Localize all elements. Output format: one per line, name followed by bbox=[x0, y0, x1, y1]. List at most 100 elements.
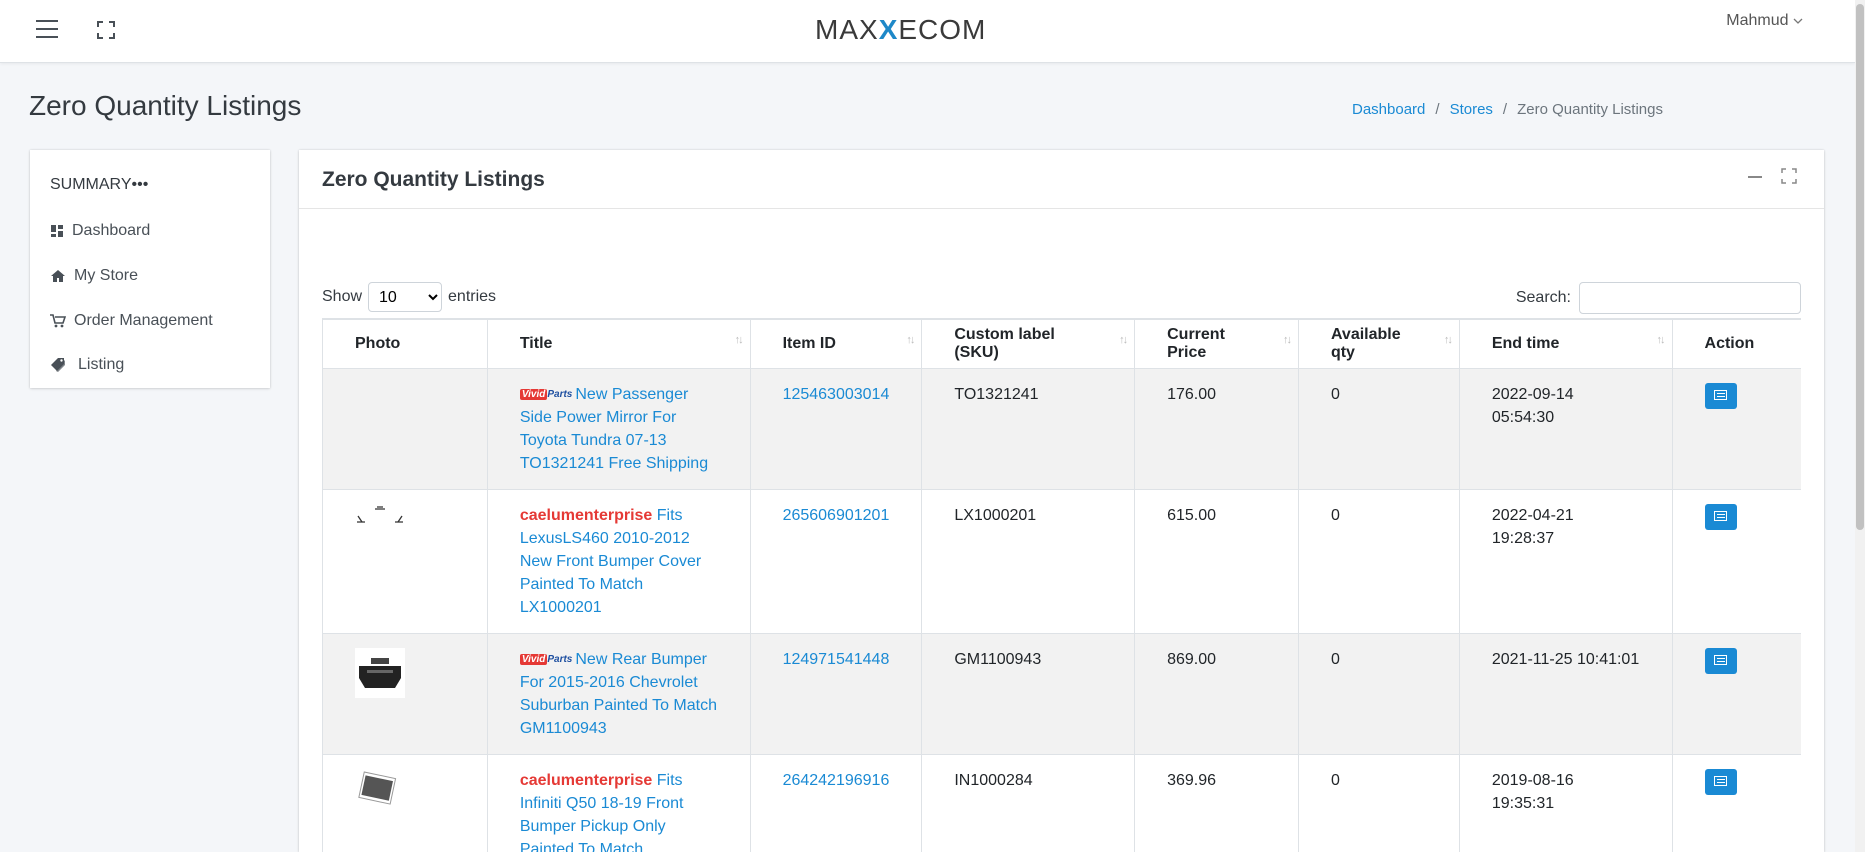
sidebar-item-label: My Store bbox=[74, 267, 139, 284]
column-header-item-id[interactable]: Item ID ↑↓ bbox=[749, 318, 922, 369]
sku-cell: LX1000201 bbox=[921, 489, 1135, 634]
sort-icon: ↑↓ bbox=[1119, 334, 1128, 346]
column-header-action: Action bbox=[1671, 318, 1801, 369]
sidebar-item-label: Listing bbox=[78, 356, 125, 373]
vivid-parts-logo: Vivid Parts bbox=[519, 389, 573, 400]
title-cell: Vivid Parts New Rear Bumper For 2015-2016 … bbox=[486, 633, 751, 755]
app-logo[interactable]: MAXXECOM bbox=[815, 14, 986, 46]
title-cell: caelumenterprise Fits LexusLS460 2010-20… bbox=[486, 489, 751, 634]
end-time-cell: 2022-09-14 05:54:30 bbox=[1458, 368, 1673, 490]
sidebar-item-dashboard[interactable]: Dashboard bbox=[50, 222, 150, 240]
cart-icon bbox=[50, 314, 66, 328]
price-cell: 369.96 bbox=[1134, 754, 1299, 852]
search-control: Search: bbox=[1516, 282, 1801, 314]
view-details-button[interactable] bbox=[1704, 769, 1737, 795]
sort-icon: ↑↓ bbox=[906, 334, 915, 346]
column-header-sku[interactable]: Custom label (SKU) ↑↓ bbox=[921, 318, 1135, 369]
end-time-cell: 2021-11-25 10:41:01 bbox=[1458, 633, 1673, 755]
end-time-cell: 2019-08-16 19:35:31 bbox=[1458, 754, 1673, 852]
item-id-cell: 264242196916 bbox=[749, 754, 922, 852]
entries-select[interactable]: 10 bbox=[368, 282, 443, 312]
breadcrumb-stores[interactable]: Stores bbox=[1450, 101, 1493, 118]
sku-cell: IN1000284 bbox=[921, 754, 1135, 852]
listings-table: Photo Title ↑↓ Item ID ↑↓ Custom label (SK… bbox=[322, 318, 1801, 852]
view-details-button[interactable] bbox=[1704, 648, 1737, 674]
action-cell bbox=[1671, 489, 1801, 634]
item-id-cell: 124971541448 bbox=[749, 633, 922, 755]
tags-icon bbox=[51, 358, 65, 372]
item-id-link[interactable]: 264242196916 bbox=[783, 772, 890, 789]
item-id-cell: 125463003014 bbox=[749, 368, 922, 490]
photo-cell bbox=[322, 489, 488, 634]
card-header: Zero Quantity Listings bbox=[299, 150, 1824, 209]
sort-icon: ↑↓ bbox=[734, 334, 744, 346]
price-cell: 176.00 bbox=[1134, 368, 1299, 490]
fullscreen-icon[interactable] bbox=[96, 20, 116, 40]
brand-caelumenterprise: caelumenterprise bbox=[519, 772, 653, 789]
view-details-button[interactable] bbox=[1704, 504, 1737, 530]
sort-icon: ↑↓ bbox=[1282, 334, 1292, 346]
view-details-button[interactable] bbox=[1704, 383, 1737, 409]
action-cell bbox=[1671, 633, 1801, 755]
product-thumbnail[interactable] bbox=[355, 504, 405, 524]
sidebar-item-my-store[interactable]: My Store bbox=[50, 267, 138, 285]
collapse-icon[interactable] bbox=[1748, 176, 1762, 178]
sidebar-item-label: Dashboard bbox=[72, 222, 151, 239]
sku-cell: GM1100943 bbox=[921, 633, 1135, 755]
item-id-link[interactable]: 124971541448 bbox=[783, 651, 890, 668]
vivid-parts-logo: Vivid Parts bbox=[519, 654, 573, 665]
user-menu[interactable]: Mahmud bbox=[1726, 12, 1803, 30]
end-time-cell: 2022-04-21 19:28:37 bbox=[1458, 489, 1673, 634]
column-header-end-time[interactable]: End time ↑↓ bbox=[1458, 318, 1673, 369]
product-thumbnail[interactable] bbox=[355, 769, 399, 809]
sku-cell: TO1321241 bbox=[921, 368, 1135, 490]
sidebar-item-label: Order Management bbox=[74, 312, 213, 329]
user-name: Mahmud bbox=[1726, 12, 1789, 29]
item-id-link[interactable]: 125463003014 bbox=[783, 386, 890, 403]
search-input[interactable] bbox=[1579, 282, 1801, 314]
qty-cell: 0 bbox=[1297, 368, 1460, 490]
column-header-title[interactable]: Title ↑↓ bbox=[486, 318, 751, 369]
sort-icon: ↑↓ bbox=[1443, 334, 1453, 346]
listings-card: Zero Quantity Listings Show 10 entries S… bbox=[299, 150, 1824, 852]
qty-cell: 0 bbox=[1297, 633, 1460, 755]
title-cell: Vivid Parts New Passenger Side Power Mirro… bbox=[486, 368, 751, 490]
sidebar-summary: SUMMARY••• bbox=[50, 176, 149, 193]
table-row: caelumenterprise Fits Infiniti Q50 18-19… bbox=[322, 754, 1801, 852]
item-id-cell: 265606901201 bbox=[749, 489, 922, 634]
scrollbar-thumb[interactable] bbox=[1856, 4, 1864, 530]
brand-caelumenterprise: caelumenterprise bbox=[519, 507, 653, 524]
column-header-price[interactable]: Current Price ↑↓ bbox=[1134, 318, 1299, 369]
column-header-qty[interactable]: Available qty ↑↓ bbox=[1297, 318, 1460, 369]
maximize-icon[interactable] bbox=[1781, 168, 1797, 184]
chevron-down-icon bbox=[1793, 18, 1803, 24]
menu-icon[interactable] bbox=[36, 20, 58, 40]
product-thumbnail[interactable] bbox=[355, 648, 405, 698]
table-row: caelumenterprise Fits LexusLS460 2010-20… bbox=[322, 489, 1801, 634]
price-cell: 615.00 bbox=[1134, 489, 1299, 634]
sort-icon: ↑↓ bbox=[1656, 334, 1666, 346]
show-label: Show bbox=[322, 288, 363, 305]
qty-cell: 0 bbox=[1297, 489, 1460, 634]
table-header-row: Photo Title ↑↓ Item ID ↑↓ Custom label (SK… bbox=[322, 318, 1801, 369]
sidebar: SUMMARY••• Dashboard My Store Order Mana… bbox=[30, 150, 270, 388]
breadcrumb-current: Zero Quantity Listings bbox=[1517, 101, 1663, 118]
qty-cell: 0 bbox=[1297, 754, 1460, 852]
action-cell bbox=[1671, 368, 1801, 490]
home-icon bbox=[51, 270, 65, 282]
sidebar-item-listing[interactable]: Listing bbox=[50, 356, 124, 374]
search-label: Search: bbox=[1515, 289, 1571, 306]
photo-cell bbox=[322, 633, 488, 755]
action-cell bbox=[1671, 754, 1801, 852]
entries-label: entries bbox=[448, 288, 497, 305]
title-cell: caelumenterprise Fits Infiniti Q50 18-19… bbox=[486, 754, 751, 852]
breadcrumb: Dashboard / Stores / Zero Quantity Listings bbox=[1352, 101, 1663, 118]
sidebar-item-order-management[interactable]: Order Management bbox=[50, 312, 213, 330]
dashboard-icon bbox=[51, 225, 63, 237]
breadcrumb-dashboard[interactable]: Dashboard bbox=[1352, 101, 1425, 118]
scrollbar[interactable] bbox=[1855, 0, 1865, 852]
page-title: Zero Quantity Listings bbox=[29, 90, 302, 121]
item-id-link[interactable]: 265606901201 bbox=[783, 507, 890, 524]
card-title: Zero Quantity Listings bbox=[322, 168, 545, 191]
photo-cell bbox=[322, 754, 488, 852]
